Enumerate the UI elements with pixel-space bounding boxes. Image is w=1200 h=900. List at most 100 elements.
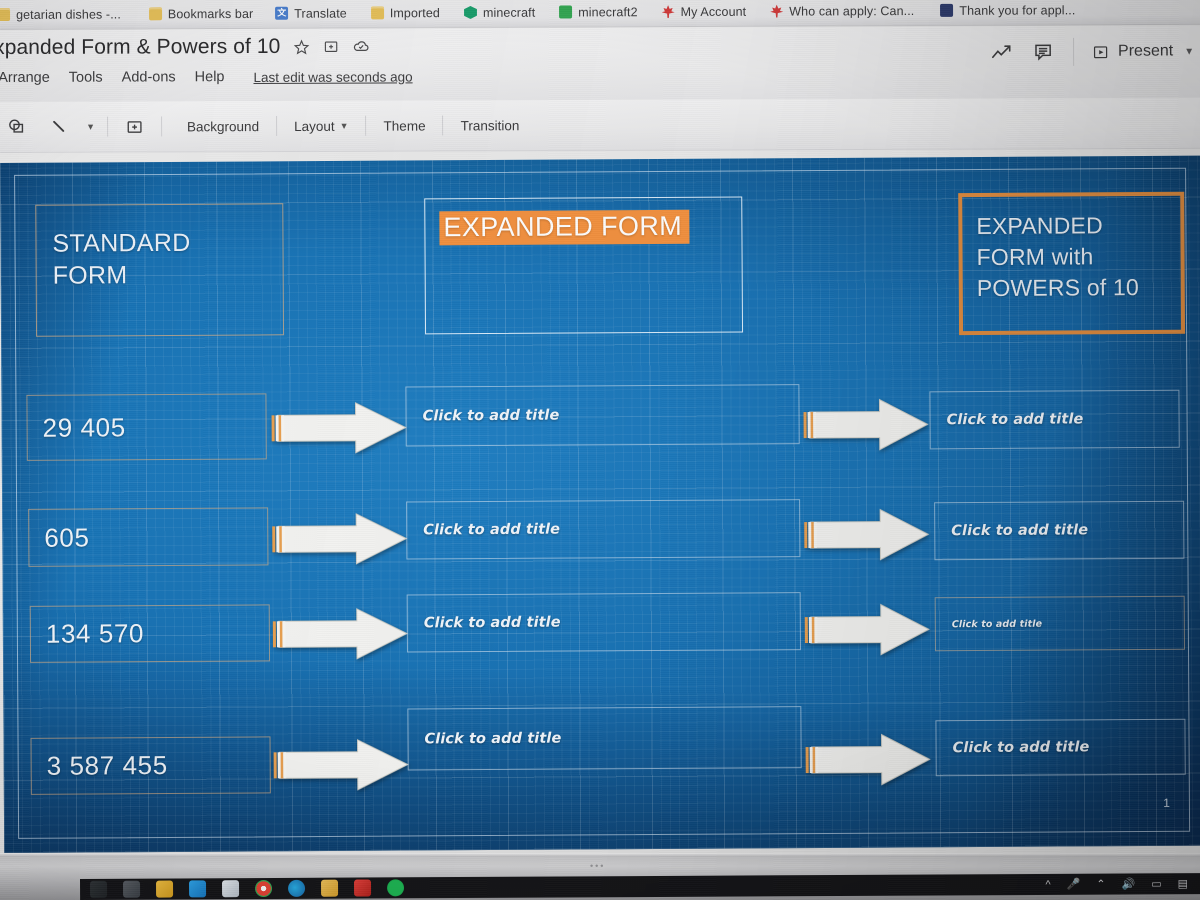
bookmark-item[interactable]: My Account [655, 4, 754, 19]
bookmark-item[interactable]: minecraft [457, 5, 542, 19]
bookmark-label: Thank you for appl... [959, 2, 1076, 18]
bookmark-item[interactable]: Who can apply: Can... [763, 3, 921, 18]
expanded-form-placeholder-box[interactable]: Click to add title [407, 706, 802, 771]
move-to-folder-icon[interactable] [323, 39, 339, 55]
bookmark-label: Bookmarks bar [167, 6, 254, 21]
chrome-icon[interactable] [255, 879, 273, 898]
gift-icon [559, 5, 573, 19]
standard-form-value-box[interactable]: 134 570 [29, 604, 271, 663]
layout-button[interactable]: Layout ▼ [283, 114, 360, 137]
powers-placeholder-box[interactable]: Click to add title [929, 389, 1180, 450]
comment-icon[interactable] [1033, 42, 1053, 62]
trendline-icon[interactable] [991, 43, 1013, 61]
powers-line3: POWERS of 10 [976, 274, 1140, 302]
menu-help[interactable]: Help [195, 69, 225, 85]
bookmark-item[interactable]: Thank you for appl... [933, 3, 1082, 18]
menu-bar: Arrange Tools Add-ons Help Last edit was… [0, 68, 413, 86]
expanded-form-placeholder-box[interactable]: Click to add title [405, 384, 800, 447]
cloud-saved-icon[interactable] [352, 38, 370, 56]
shape-icon[interactable] [0, 113, 38, 141]
powers-line2: FORM with [976, 243, 1094, 271]
arrow-icon [270, 512, 408, 579]
bookmark-label: Translate [294, 5, 347, 21]
standard-form-line1: STANDARD [52, 228, 191, 258]
acrobat-icon[interactable] [354, 879, 372, 897]
taskbar-app-icons [80, 879, 405, 898]
standard-form-value: 605 [44, 521, 90, 553]
standard-form-value: 134 570 [45, 618, 145, 649]
placeholder-text: Click to add title [952, 739, 1090, 757]
line-dropdown-caret-icon[interactable]: ▼ [80, 118, 101, 136]
arrow-icon [801, 397, 929, 464]
expanded-form-powers-header-box[interactable]: EXPANDED FORM with POWERS of 10 [958, 191, 1186, 336]
toolbar-divider [442, 115, 444, 136]
star-icon[interactable] [293, 38, 310, 55]
slide-canvas[interactable]: STANDARD FORM EXPANDED FORM EXPANDED FOR… [0, 155, 1200, 853]
slides-toolbar: ▼ Background Layout ▼ Theme Transition [0, 97, 1200, 153]
toolbar-divider [365, 115, 367, 136]
folder-icon [0, 7, 11, 22]
store-icon[interactable] [189, 880, 207, 898]
transition-button[interactable]: Transition [450, 114, 531, 137]
expanded-form-header-box[interactable]: EXPANDED FORM [424, 196, 744, 335]
last-edit-status[interactable]: Last edit was seconds ago [253, 69, 412, 85]
notifications-icon[interactable]: ▤ [1178, 877, 1188, 890]
standard-form-header-box[interactable]: STANDARD FORM [35, 203, 285, 337]
bookmark-item[interactable]: Bookmarks bar [142, 6, 260, 21]
line-icon[interactable] [38, 113, 80, 141]
arrow-icon [272, 738, 410, 805]
powers-placeholder-box[interactable]: Click to add title [934, 595, 1185, 652]
slides-app-header: xpanded Form & Powers of 10 Arrange Tool… [0, 25, 1200, 102]
expanded-form-placeholder-box[interactable]: Click to add title [406, 592, 801, 653]
slide-canvas-area: STANDARD FORM EXPANDED FORM EXPANDED FOR… [0, 155, 1200, 853]
files-icon[interactable] [222, 880, 240, 898]
bookmark-label: Who can apply: Can... [789, 3, 915, 19]
powers-placeholder-box[interactable]: Click to add title [934, 500, 1185, 561]
theme-button[interactable]: Theme [372, 114, 436, 137]
bookmark-label: minecraft2 [578, 4, 638, 19]
arrow-icon [269, 401, 407, 468]
placeholder-text: Click to add title [422, 407, 560, 425]
bookmark-item[interactable]: 文 Translate [268, 6, 354, 20]
explorer-icon[interactable] [156, 880, 174, 898]
arrow-icon [802, 507, 930, 574]
battery-icon[interactable]: ▭ [1151, 877, 1161, 890]
chevron-down-icon[interactable]: ▼ [1184, 46, 1194, 57]
present-button[interactable]: Present ▼ [1072, 37, 1199, 66]
search-icon[interactable] [123, 880, 141, 898]
powers-placeholder-box[interactable]: Click to add title [935, 718, 1186, 777]
folder-icon [370, 6, 384, 20]
start-icon[interactable] [90, 880, 108, 898]
layout-label: Layout [294, 118, 335, 134]
bookmark-label: minecraft [482, 5, 536, 20]
menu-tools[interactable]: Tools [69, 70, 103, 86]
standard-form-value-box[interactable]: 605 [28, 507, 269, 567]
screen-edge [0, 853, 1200, 857]
bookmark-label: Imported [389, 5, 440, 20]
document-title-row: xpanded Form & Powers of 10 [0, 35, 370, 60]
arrow-icon [803, 732, 931, 799]
folder-icon[interactable] [321, 879, 339, 897]
menu-add-ons[interactable]: Add-ons [122, 69, 176, 85]
volume-icon[interactable]: 🔊 [1121, 877, 1135, 890]
standard-form-value-box[interactable]: 3 587 455 [30, 736, 271, 795]
document-title[interactable]: xpanded Form & Powers of 10 [0, 35, 280, 60]
background-button[interactable]: Background [176, 115, 270, 138]
standard-form-value-box[interactable]: 29 405 [26, 393, 267, 461]
standard-form-value: 29 405 [42, 411, 126, 443]
table-row: 134 570 Click to add title Click to add … [3, 592, 1200, 672]
bookmark-item[interactable]: Imported [364, 6, 447, 20]
maple-leaf-icon [662, 5, 675, 18]
chevron-down-icon[interactable]: ▼ [340, 121, 349, 131]
edge-icon[interactable] [288, 879, 306, 897]
menu-arrange[interactable]: Arrange [0, 70, 50, 86]
add-image-icon[interactable] [114, 113, 155, 140]
expanded-form-placeholder-box[interactable]: Click to add title [406, 499, 801, 560]
bookmark-item[interactable]: getarian dishes -... [0, 7, 128, 22]
chevron-up-icon[interactable]: ^ [1045, 878, 1050, 890]
play-box-icon [1093, 45, 1108, 58]
spotify-icon[interactable] [387, 879, 405, 897]
wifi-icon[interactable]: ⌃ [1096, 878, 1105, 891]
bookmark-item[interactable]: minecraft2 [552, 5, 644, 19]
microphone-icon[interactable]: 🎤 [1067, 878, 1081, 891]
